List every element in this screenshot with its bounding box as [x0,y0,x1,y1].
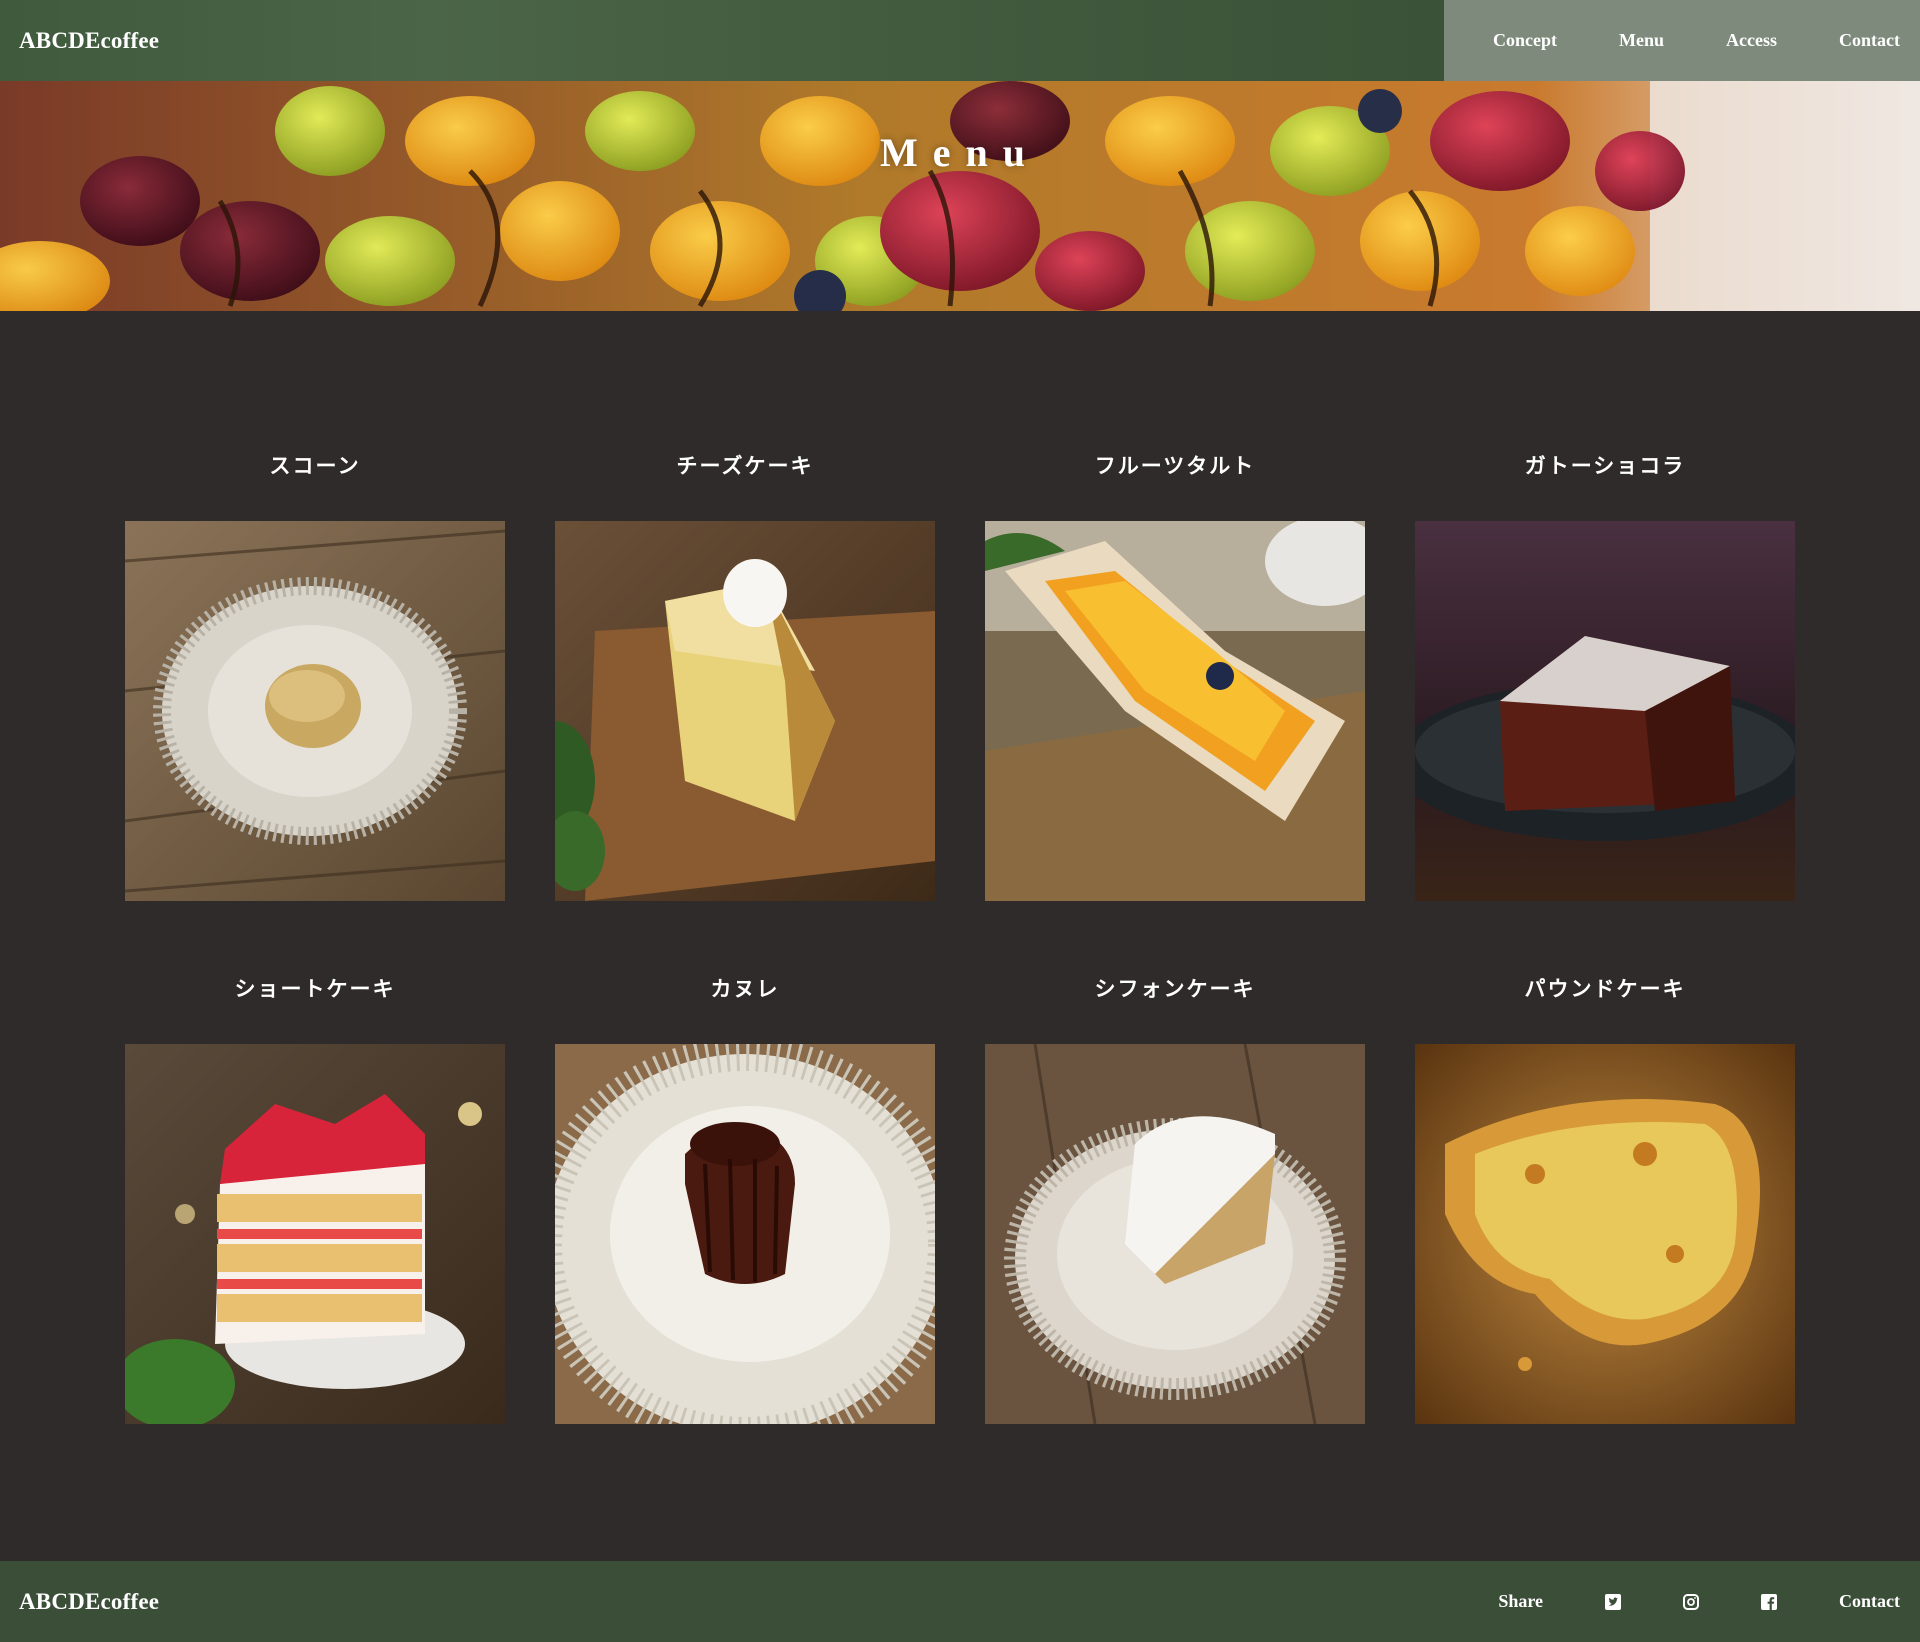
menu-grid: スコーン チーズケーキ フルーツタルト ガトーショコラ ショートケーキ カヌレ … [125,455,1795,1424]
menu-item-canele: カヌレ [555,978,935,1424]
menu-item-name: ガトーショコラ [1524,453,1686,478]
menu-item-name: スコーン [269,453,361,478]
footer-contact-link[interactable]: Contact [1839,1591,1900,1612]
menu-item-chiffon-cake: シフォンケーキ [985,978,1365,1424]
twitter-icon[interactable] [1605,1593,1621,1610]
menu-item-name: カヌレ [710,976,780,1001]
menu-item-shortcake: ショートケーキ [125,978,505,1424]
menu-item-cheesecake: チーズケーキ [555,455,935,901]
menu-item-fruit-tart: フルーツタルト [985,455,1365,901]
menu-item-name: チーズケーキ [676,453,814,478]
menu-item-scone: スコーン [125,455,505,901]
share-label: Share [1498,1591,1543,1611]
nav-contact[interactable]: Contact [1839,30,1900,51]
gateau-chocolat-photo [1415,521,1795,901]
canele-photo [555,1044,935,1424]
nav-concept[interactable]: Concept [1493,30,1557,51]
fruit-tart-photo [985,521,1365,901]
menu-item-gateau-chocolat: ガトーショコラ [1415,455,1795,901]
hero-fruit-image [0,81,1920,311]
footer-logo[interactable]: ABCDEcoffee [19,1589,159,1615]
shortcake-photo [125,1044,505,1424]
header-bar: ABCDEcoffee [0,0,1444,81]
site-footer: ABCDEcoffee Share Contact [0,1561,1920,1642]
menu-item-name: パウンドケーキ [1524,976,1686,1001]
pound-cake-photo [1415,1044,1795,1424]
facebook-icon[interactable] [1761,1593,1777,1610]
cheesecake-photo [555,521,935,901]
instagram-icon[interactable] [1683,1593,1699,1610]
menu-item-pound-cake: パウンドケーキ [1415,978,1795,1424]
scone-photo [125,521,505,901]
site-logo[interactable]: ABCDEcoffee [19,28,159,54]
chiffon-cake-photo [985,1044,1365,1424]
page-title: Menu [880,130,1040,175]
menu-item-name: フルーツタルト [1094,453,1256,478]
nav-access[interactable]: Access [1726,30,1777,51]
hero-banner: Menu [0,81,1920,311]
menu-item-name: ショートケーキ [234,976,396,1001]
nav-menu[interactable]: Menu [1619,30,1664,51]
main-nav: Concept Menu Access Contact [1444,0,1920,81]
site-header: ABCDEcoffee Concept Menu Access Contact [0,0,1920,81]
menu-item-name: シフォンケーキ [1094,976,1256,1001]
footer-links: Share Contact [1498,1591,1900,1612]
